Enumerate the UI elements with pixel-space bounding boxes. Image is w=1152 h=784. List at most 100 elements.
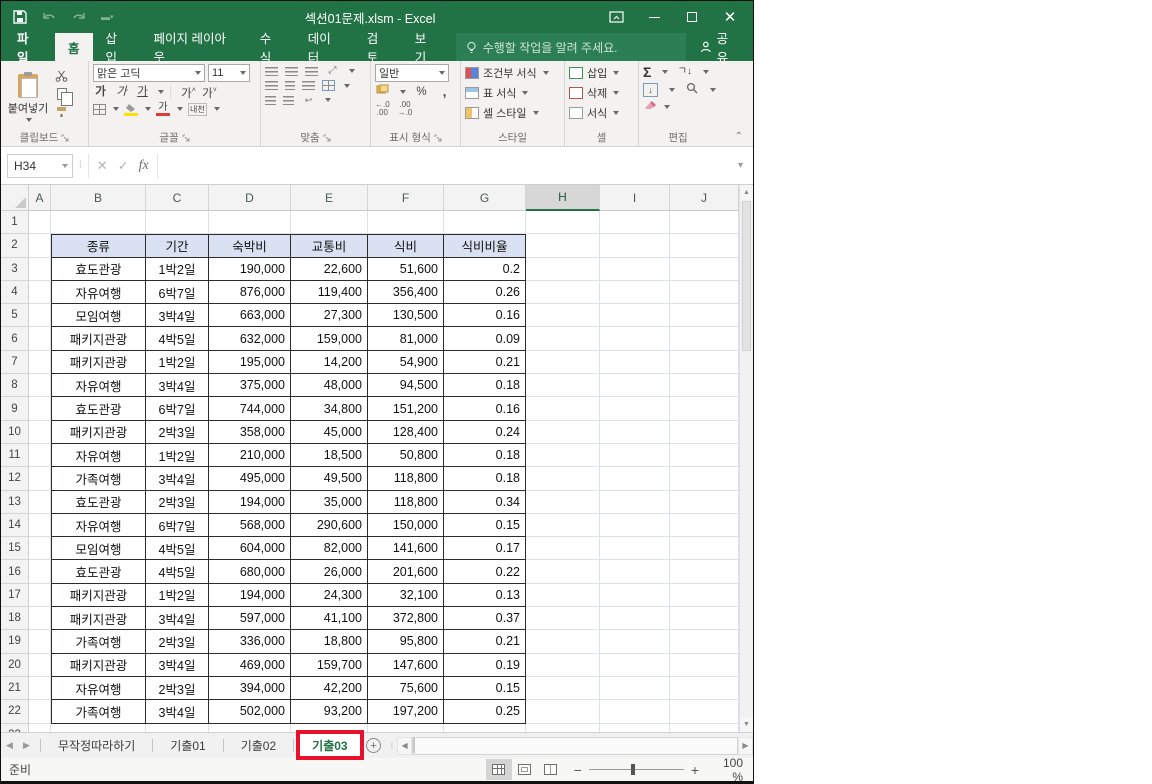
cell-H7[interactable]: [526, 350, 600, 375]
cell-J5[interactable]: [670, 304, 739, 328]
row-header-20[interactable]: 20: [1, 653, 29, 677]
cell-D9[interactable]: 744,000: [209, 397, 291, 421]
cell-C8[interactable]: 3박4일: [146, 374, 209, 398]
cell-J11[interactable]: [670, 443, 739, 468]
cell-D13[interactable]: 194,000: [209, 490, 291, 514]
collapse-ribbon-icon[interactable]: ⌃: [735, 131, 753, 146]
sheet-tab-기출02[interactable]: 기출02: [229, 733, 288, 758]
autosum-icon[interactable]: Σ: [643, 64, 651, 80]
cell-J12[interactable]: [670, 467, 739, 491]
scroll-up-icon[interactable]: ▲: [740, 185, 753, 200]
page-break-view-button[interactable]: [538, 759, 564, 780]
cell-A1[interactable]: [29, 211, 51, 235]
cell-B21[interactable]: 자유여행: [51, 676, 146, 701]
column-header-G[interactable]: G: [444, 185, 526, 211]
cell-E20[interactable]: 159,700: [291, 653, 368, 677]
zoom-out-icon[interactable]: −: [574, 762, 582, 778]
cell-J4[interactable]: [670, 280, 739, 305]
align-bottom-icon[interactable]: [305, 66, 318, 76]
increase-decimal-icon[interactable]: ←.0.00: [375, 101, 390, 117]
cell-E3[interactable]: 22,600: [291, 257, 368, 281]
row-header-10[interactable]: 10: [1, 420, 29, 444]
cell-B8[interactable]: 자유여행: [51, 374, 146, 398]
conditional-formatting-button[interactable]: 조건부 서식: [465, 64, 560, 82]
cell-J19[interactable]: [670, 630, 739, 654]
cell-C17[interactable]: 1박2일: [146, 583, 209, 608]
cell-J22[interactable]: [670, 700, 739, 724]
ribbon-tab-2[interactable]: 삽입: [93, 32, 141, 65]
ribbon-tab-6[interactable]: 검토: [354, 32, 402, 65]
cancel-entry-icon[interactable]: ✕: [97, 158, 108, 174]
cell-B5[interactable]: 모임여행: [51, 304, 146, 328]
accounting-format-icon[interactable]: [375, 84, 390, 99]
row-header-1[interactable]: 1: [1, 211, 29, 235]
cell-C15[interactable]: 4박5일: [146, 537, 209, 561]
sheet-tab-무작정따라하기[interactable]: 무작정따라하기: [46, 733, 147, 758]
cell-D17[interactable]: 194,000: [209, 583, 291, 608]
ribbon-tab-3[interactable]: 페이지 레이아웃: [141, 32, 247, 65]
cell-E14[interactable]: 290,600: [291, 513, 368, 538]
cell-C11[interactable]: 1박2일: [146, 443, 209, 468]
cell-F16[interactable]: 201,600: [368, 560, 444, 584]
cell-I16[interactable]: [600, 560, 670, 584]
cell-D1[interactable]: [209, 211, 291, 235]
cell-G17[interactable]: 0.13: [444, 583, 526, 608]
cell-E4[interactable]: 119,400: [291, 280, 368, 305]
zoom-in-icon[interactable]: +: [691, 762, 699, 778]
cell-A6[interactable]: [29, 327, 51, 351]
underline-dropdown[interactable]: [158, 90, 164, 95]
cell-E12[interactable]: 49,500: [291, 467, 368, 491]
cell-E13[interactable]: 35,000: [291, 490, 368, 514]
cell-E10[interactable]: 45,000: [291, 420, 368, 444]
cell-D19[interactable]: 336,000: [209, 630, 291, 654]
column-header-H[interactable]: H: [526, 185, 600, 211]
cell-I11[interactable]: [600, 443, 670, 468]
font-color-icon[interactable]: 가: [156, 102, 170, 116]
cell-J21[interactable]: [670, 676, 739, 701]
row-header-6[interactable]: 6: [1, 327, 29, 351]
fill-icon[interactable]: ↓: [643, 83, 658, 97]
cell-G6[interactable]: 0.09: [444, 327, 526, 351]
cell-H10[interactable]: [526, 420, 600, 444]
cell-D15[interactable]: 604,000: [209, 537, 291, 561]
cell-D11[interactable]: 210,000: [209, 443, 291, 468]
cell-I8[interactable]: [600, 374, 670, 398]
cell-G22[interactable]: 0.25: [444, 700, 526, 724]
cell-G14[interactable]: 0.15: [444, 513, 526, 538]
cell-F5[interactable]: 130,500: [368, 304, 444, 328]
cell-G11[interactable]: 0.18: [444, 443, 526, 468]
row-header-15[interactable]: 15: [1, 537, 29, 561]
cell-D4[interactable]: 876,000: [209, 280, 291, 305]
cell-A3[interactable]: [29, 257, 51, 281]
cell-B15[interactable]: 모임여행: [51, 537, 146, 561]
cell-I3[interactable]: [600, 257, 670, 281]
row-header-19[interactable]: 19: [1, 630, 29, 654]
cell-C20[interactable]: 3박4일: [146, 653, 209, 677]
cell-D22[interactable]: 502,000: [209, 700, 291, 724]
cell-C12[interactable]: 3박4일: [146, 467, 209, 491]
cell-H13[interactable]: [526, 490, 600, 514]
cell-J14[interactable]: [670, 513, 739, 538]
cell-F20[interactable]: 147,600: [368, 653, 444, 677]
cell-G20[interactable]: 0.19: [444, 653, 526, 677]
cell-F19[interactable]: 95,800: [368, 630, 444, 654]
cell-C19[interactable]: 2박3일: [146, 630, 209, 654]
cell-A5[interactable]: [29, 304, 51, 328]
cell-G15[interactable]: 0.17: [444, 537, 526, 561]
minimize-button[interactable]: [637, 4, 671, 30]
cell-D21[interactable]: 394,000: [209, 676, 291, 701]
cell-B13[interactable]: 효도관광: [51, 490, 146, 514]
cell-A21[interactable]: [29, 676, 51, 701]
cell-F4[interactable]: 356,400: [368, 280, 444, 305]
cell-A10[interactable]: [29, 420, 51, 444]
cell-D16[interactable]: 680,000: [209, 560, 291, 584]
cell-J10[interactable]: [670, 420, 739, 444]
ribbon-display-options-icon[interactable]: [599, 4, 633, 30]
cell-I12[interactable]: [600, 467, 670, 491]
row-header-9[interactable]: 9: [1, 397, 29, 421]
row-header-17[interactable]: 17: [1, 583, 29, 608]
cell-I9[interactable]: [600, 397, 670, 421]
cell-G18[interactable]: 0.37: [444, 607, 526, 631]
cell-A7[interactable]: [29, 350, 51, 375]
cell-D3[interactable]: 190,000: [209, 257, 291, 281]
